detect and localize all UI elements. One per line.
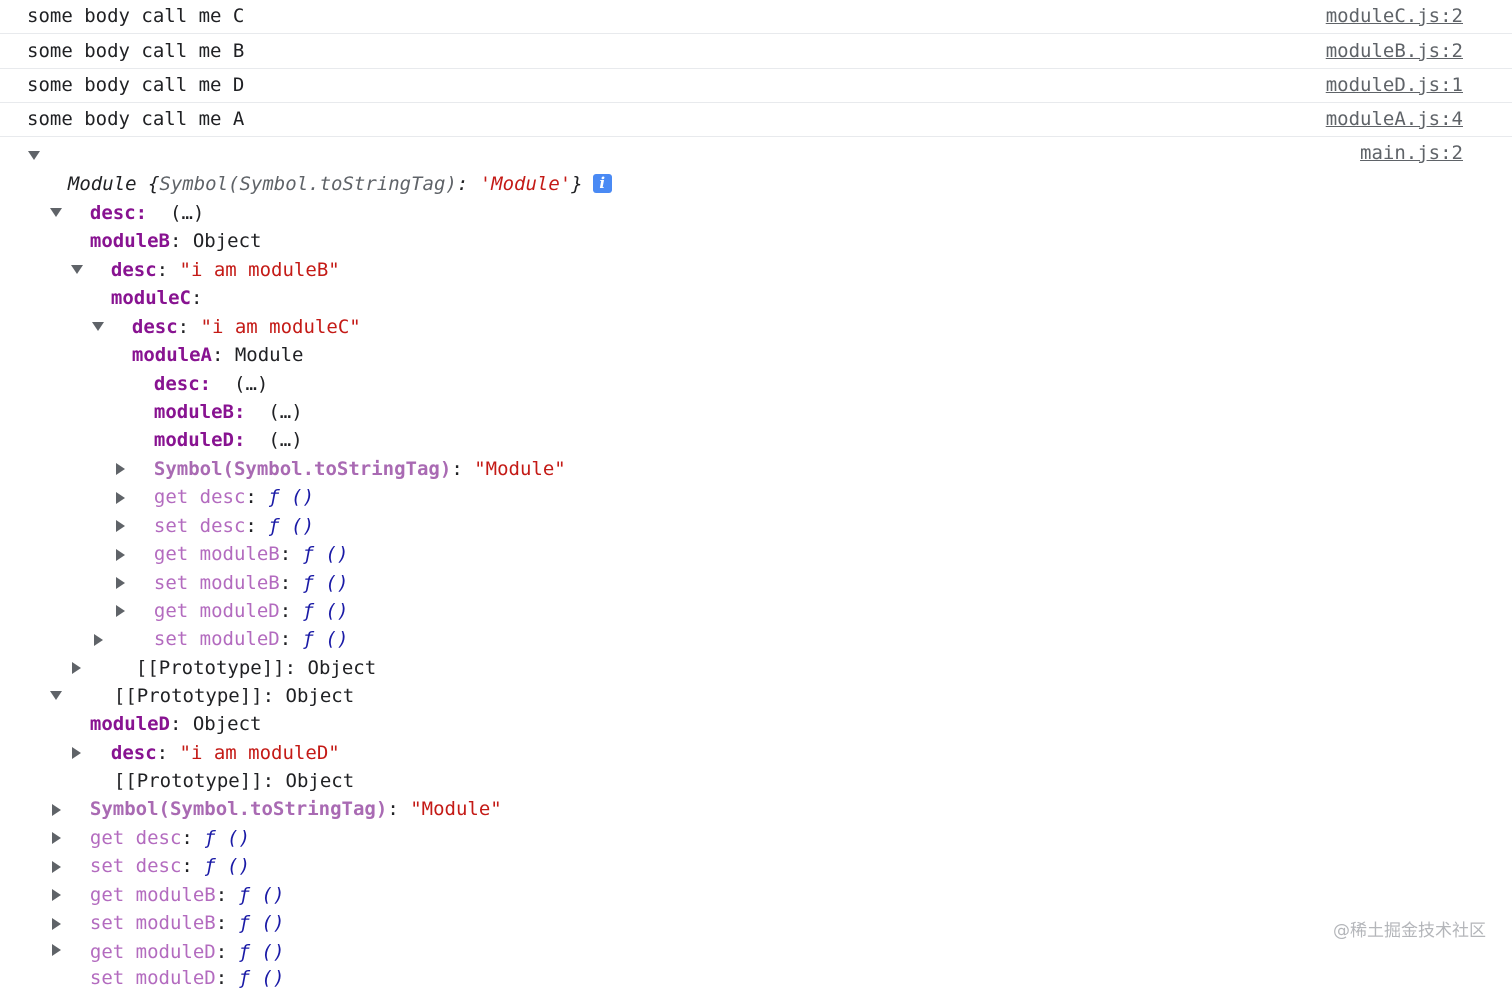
expand-arrow-icon[interactable] (50, 208, 62, 217)
expand-arrow-icon[interactable] (52, 944, 61, 956)
console-message: some body call me B moduleB.js:2 (0, 35, 1512, 69)
property-row: moduleB: (…) (153, 401, 303, 423)
expand-arrow-icon[interactable] (28, 151, 40, 160)
source-link[interactable]: moduleC.js:2 (1326, 5, 1463, 27)
watermark: @稀土掘金技术社区 (1333, 921, 1486, 941)
expand-arrow-icon[interactable] (116, 605, 125, 617)
property-row: Symbol(Symbol.toStringTag): "Module" (153, 458, 566, 480)
info-icon[interactable]: i (592, 174, 612, 193)
object-header[interactable]: Module {Symbol(Symbol.toStringTag): 'Mod… (27, 142, 612, 195)
expand-arrow-icon[interactable] (52, 918, 61, 930)
property-row: desc: "i am moduleB" (110, 259, 340, 281)
source-link[interactable]: moduleD.js:1 (1326, 74, 1463, 96)
expand-arrow-icon[interactable] (50, 691, 62, 700)
expand-arrow-icon[interactable] (52, 804, 61, 816)
expand-arrow-icon[interactable] (92, 322, 104, 331)
property-row[interactable]: moduleB: Object (50, 199, 262, 252)
accessor-row[interactable]: get moduleD: ƒ () (52, 910, 284, 963)
property-value: "Module" (474, 458, 566, 480)
property-row: desc: "i am moduleC" (131, 316, 361, 338)
property-value: Object (285, 685, 355, 707)
source-link[interactable]: moduleB.js:2 (1326, 40, 1463, 62)
property-row: desc: (…) (153, 373, 269, 395)
prototype-row[interactable]: [[Prototype]]: Object (72, 739, 354, 792)
expand-arrow-icon[interactable] (52, 832, 61, 844)
expand-arrow-icon[interactable] (52, 889, 61, 901)
accessor-row[interactable]: get desc: ƒ () (116, 455, 314, 508)
accessor-row[interactable]: set moduleD: ƒ () (116, 597, 348, 650)
expand-arrow-icon[interactable] (116, 549, 125, 561)
console-message: some body call me A moduleA.js:4 (0, 103, 1512, 137)
property-row: desc: (…) (89, 202, 205, 224)
property-row[interactable]: moduleC: (71, 256, 214, 309)
expand-arrow-icon[interactable] (116, 577, 125, 589)
expand-arrow-icon[interactable] (71, 265, 83, 274)
console-message-text: some body call me C (27, 5, 245, 27)
console-message-text: some body call me D (27, 74, 245, 96)
accessor-row[interactable]: get desc: ƒ () (52, 796, 250, 849)
property-row[interactable]: moduleA: Module (92, 313, 304, 366)
expand-arrow-icon[interactable] (72, 662, 81, 674)
console-message-text: some body call me B (27, 40, 245, 62)
console-message: some body call me C moduleC.js:2 (0, 0, 1512, 34)
function-value: ƒ () (238, 967, 285, 989)
expand-arrow-icon[interactable] (52, 861, 61, 873)
property-row: desc: "i am moduleD" (110, 742, 340, 764)
source-link[interactable]: moduleA.js:4 (1326, 108, 1463, 130)
accessor-row[interactable]: set moduleB: ƒ () (52, 881, 284, 934)
accessor-row[interactable]: get moduleB: ƒ () (52, 853, 284, 906)
console-message: some body call me D moduleD.js:1 (0, 69, 1512, 103)
accessor-row[interactable]: set desc: ƒ () (116, 484, 314, 537)
property-row: moduleD: (…) (153, 429, 303, 451)
expand-arrow-icon[interactable] (72, 747, 81, 759)
expand-arrow-icon[interactable] (94, 634, 103, 646)
prototype-row[interactable]: [[Prototype]]: Object (94, 626, 376, 679)
property-row[interactable]: moduleD: Object (50, 682, 262, 735)
accessor-row[interactable]: set moduleB: ƒ () (116, 541, 348, 594)
expand-arrow-icon[interactable] (116, 492, 125, 504)
accessor-row[interactable]: get moduleB: ƒ () (116, 512, 348, 565)
prototype-row[interactable]: [[Prototype]]: Object (72, 654, 354, 707)
property-row: Symbol(Symbol.toStringTag): "Module" (89, 798, 502, 820)
property-key: set moduleD (89, 967, 216, 989)
expand-arrow-icon[interactable] (116, 520, 125, 532)
source-link[interactable]: main.js:2 (1360, 142, 1463, 164)
property-value: "Module" (410, 798, 502, 820)
expand-arrow-icon[interactable] (116, 463, 125, 475)
accessor-row[interactable]: get moduleD: ƒ () (116, 569, 348, 622)
accessor-row[interactable]: set desc: ƒ () (52, 824, 250, 877)
accessor-row[interactable]: set moduleD: ƒ () (52, 936, 284, 989)
console-message-text: some body call me A (27, 108, 245, 130)
